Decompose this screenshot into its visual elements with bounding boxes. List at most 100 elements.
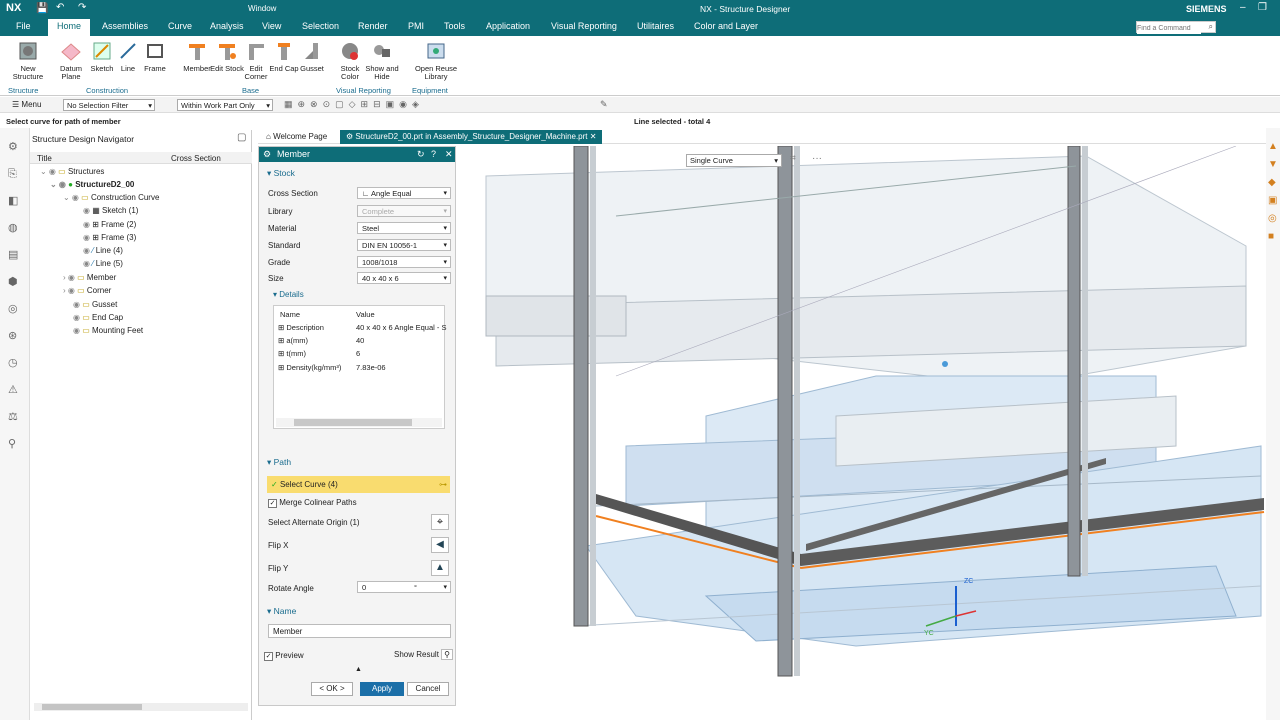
help-icon[interactable]: ? (431, 147, 436, 162)
minimize-icon[interactable]: – (1240, 2, 1246, 13)
search-icon[interactable]: ⌕ (1209, 22, 1213, 32)
selection-filter-dropdown[interactable]: No Selection Filter ▾ (63, 99, 155, 111)
tab-home[interactable]: Home (48, 19, 91, 36)
rotate-angle-input[interactable]: 0 ° ▾ (357, 581, 451, 593)
navigator-scrollbar[interactable] (34, 703, 248, 711)
tab-utilitaires[interactable]: Utilitaires (637, 21, 674, 31)
command-search[interactable]: ⌕ (1136, 21, 1216, 34)
show-and-hide-button[interactable]: Show and Hide (364, 40, 400, 81)
size-dropdown[interactable]: 40 x 40 x 6 ▾ (357, 272, 451, 284)
details-section-header[interactable]: ▾ Details (273, 290, 304, 299)
tree-node-construction-curve[interactable]: ⌄ ◉ ▭ Construction Curve (63, 191, 159, 204)
select-curve-row[interactable]: ✓ Select Curve (4) ⊶ (267, 476, 450, 493)
tree-node-structured2[interactable]: ⌄ ◉ ● StructureD2_00 (50, 178, 134, 191)
reset-icon[interactable]: ↻ (417, 147, 425, 162)
path-section-header[interactable]: ▾ Path (267, 457, 291, 468)
tree-node-corner[interactable]: › ◉ ▭ Corner (63, 284, 111, 297)
group-visual-reporting[interactable]: Visual Reporting (336, 86, 391, 95)
tree-node-sketch[interactable]: ◉ ▦ Sketch (1) (83, 204, 138, 217)
curve-select-icon[interactable]: ⊶ (439, 476, 447, 493)
more-icon[interactable]: ··· (812, 153, 822, 164)
tree-node-line-5[interactable]: ◉ ⁄ Line (5) (83, 257, 123, 270)
point-select-button[interactable]: ⌖ (431, 514, 449, 530)
stock-section-header[interactable]: ▾ Stock (267, 168, 295, 179)
scrollbar-thumb[interactable] (294, 419, 412, 426)
name-section-header[interactable]: ▾ Name (267, 606, 296, 617)
details-row[interactable]: ⊞ Density(kg/mm³) (278, 363, 341, 372)
tab-analysis[interactable]: Analysis (210, 21, 244, 31)
collapse-arrow-icon[interactable]: ▲ (355, 666, 362, 673)
frame-button[interactable]: Frame (137, 40, 173, 73)
details-row[interactable]: ⊞ Description (278, 323, 324, 332)
tree-node-member[interactable]: › ◉ ▭ Member (63, 271, 116, 284)
save-icon[interactable]: 💾 (36, 3, 48, 14)
show-result-button[interactable]: Show Result ⚲ (394, 649, 454, 660)
apply-button[interactable]: Apply (360, 682, 404, 696)
tab-application[interactable]: Application (486, 21, 530, 31)
close-icon[interactable]: ✕ (445, 147, 453, 162)
structure-model-view[interactable] (456, 146, 1266, 720)
redo-icon[interactable]: ↷ (78, 2, 86, 13)
details-row[interactable]: ⊞ a(mm) (278, 336, 308, 345)
new-structure-button[interactable]: New Structure (10, 40, 46, 81)
ok-button[interactable]: < OK > (311, 682, 353, 696)
grade-dropdown[interactable]: 1008/1018 ▾ (357, 256, 451, 268)
tree-node-frame-2[interactable]: ◉ ⊞ Frame (2) (83, 218, 136, 231)
open-reuse-library-button[interactable]: Open Reuse Library (412, 40, 460, 81)
tree-node-frame-3[interactable]: ◉ ⊞ Frame (3) (83, 231, 136, 244)
tab-visual-reporting[interactable]: Visual Reporting (551, 21, 617, 31)
tab-color-and-layer[interactable]: Color and Layer (694, 21, 758, 31)
flip-y-button[interactable]: ▲ (431, 560, 449, 576)
details-scrollbar[interactable] (276, 418, 442, 427)
tab-curve[interactable]: Curve (168, 21, 192, 31)
right-toolbar-icons[interactable]: ▲ ▼ ◆ ▣ ◎ ■ (1268, 138, 1278, 246)
tab-file[interactable]: File (16, 21, 31, 31)
command-search-input[interactable] (1137, 23, 1201, 34)
selection-scope-dropdown[interactable]: Within Work Part Only ▾ (177, 99, 273, 111)
scrollbar-thumb[interactable] (42, 704, 142, 710)
intersection-icon[interactable]: ⌗ (790, 153, 796, 164)
graphics-window[interactable]: ZC YC Single Curve ▾ ⌗ ··· (456, 146, 1266, 720)
cross-section-dropdown[interactable]: ∟ Angle Equal ▾ (357, 187, 451, 199)
snap-icons[interactable]: ▦⊕⊗⊙▢◇⊞⊟▣◉◈ (284, 99, 424, 110)
restore-icon[interactable]: ❐ (1258, 2, 1267, 13)
cancel-button[interactable]: Cancel (407, 682, 449, 696)
library-dropdown[interactable]: Complete ▾ (357, 205, 451, 217)
merge-colinear-checkbox[interactable]: ✓ Merge Colinear Paths (268, 498, 357, 508)
stock-color-button[interactable]: Stock Color (332, 40, 368, 81)
tab-selection[interactable]: Selection (302, 21, 339, 31)
details-row[interactable]: ⊞ t(mm) (278, 349, 306, 358)
column-cross-section[interactable]: Cross Section (171, 154, 221, 163)
checkbox-checked-icon[interactable]: ✓ (268, 499, 277, 508)
material-dropdown[interactable]: Steel ▾ (357, 222, 451, 234)
undo-icon[interactable]: ↶ (56, 2, 64, 13)
group-structure[interactable]: Structure (8, 86, 38, 95)
pencil-icon[interactable]: ✎ (600, 99, 608, 110)
tab-render[interactable]: Render (358, 21, 388, 31)
preview-checkbox[interactable]: ✓ Preview (264, 651, 304, 661)
group-equipment[interactable]: Equipment (412, 86, 448, 95)
tab-view[interactable]: View (262, 21, 281, 31)
window-menu[interactable]: Window (248, 4, 276, 13)
flip-x-button[interactable]: ◀ (431, 537, 449, 553)
tree-node-gusset[interactable]: ◉ ▭ Gusset (73, 298, 117, 311)
gusset-button[interactable]: Gusset (294, 40, 330, 73)
standard-dropdown[interactable]: DIN EN 10056-1 ▾ (357, 239, 451, 251)
tab-welcome-page[interactable]: ⌂ Welcome Page (260, 130, 333, 144)
column-title[interactable]: Title (37, 154, 52, 163)
close-icon[interactable]: ✕ (588, 132, 597, 141)
tree-node-end-cap[interactable]: ◉ ▭ End Cap (73, 311, 123, 324)
curve-rules-dropdown[interactable]: Single Curve ▾ (686, 154, 782, 167)
name-input[interactable]: Member (268, 624, 451, 638)
tab-tools[interactable]: Tools (444, 21, 465, 31)
tab-part-file[interactable]: ⚙ StructureD2_00.prt in Assembly_Structu… (340, 130, 603, 144)
menu-button[interactable]: ☰ Menu (12, 100, 41, 109)
tree-node-structures[interactable]: ⌄ ◉ ▭ Structures (40, 165, 104, 178)
tab-assemblies[interactable]: Assemblies (102, 21, 148, 31)
checkbox-checked-icon[interactable]: ✓ (264, 652, 273, 661)
maximize-icon[interactable]: ▢ (237, 132, 246, 143)
resource-bar-icons[interactable]: ⚙ ⎘ ◧ ◍ ▤ ⬢ ◎ ⊛ ◷ ⚠ ⚖ ⚲ (8, 134, 18, 458)
tree-node-line-4[interactable]: ◉ ⁄ Line (4) (83, 244, 123, 257)
tab-pmi[interactable]: PMI (408, 21, 424, 31)
tree-node-mounting-feet[interactable]: ◉ ▭ Mounting Feet (73, 324, 143, 337)
